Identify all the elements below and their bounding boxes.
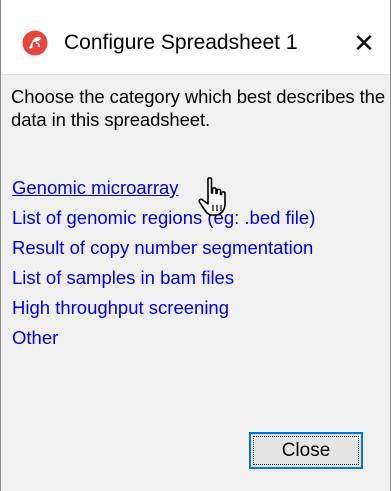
hand-pointer-icon (197, 176, 231, 218)
close-icon[interactable]: ✕ (349, 28, 379, 58)
dialog-description: Choose the category which best describes… (11, 86, 386, 130)
focus-ring (253, 436, 359, 465)
partek-logo-icon (22, 30, 48, 56)
window-title: Configure Spreadsheet 1 (64, 31, 298, 54)
category-link-high-throughput-screening[interactable]: High throughput screening (12, 293, 315, 323)
category-link-label: Other (12, 327, 59, 348)
category-link-genomic-microarray[interactable]: Genomic microarray (12, 173, 315, 203)
category-link-label: List of samples in bam files (12, 267, 235, 288)
category-link-label: High throughput screening (12, 297, 230, 318)
configure-spreadsheet-dialog: Configure Spreadsheet 1 ✕ Choose the cat… (0, 0, 391, 491)
title-bar[interactable]: Configure Spreadsheet 1 ✕ (1, 0, 390, 74)
category-link-other[interactable]: Other (12, 323, 315, 353)
category-list: Genomic microarray List of genomic regio… (12, 173, 315, 353)
category-link-copy-number-segmentation[interactable]: Result of copy number segmentation (12, 233, 315, 263)
category-link-genomic-regions[interactable]: List of genomic regions (eg: .bed file) (12, 203, 315, 233)
category-link-label: Genomic microarray (12, 177, 179, 198)
dialog-body: Choose the category which best describes… (1, 74, 390, 491)
category-link-label: List of genomic regions (eg: .bed file) (12, 207, 316, 228)
category-link-bam-samples[interactable]: List of samples in bam files (12, 263, 315, 293)
close-button[interactable]: Close (249, 432, 363, 469)
category-link-label: Result of copy number segmentation (12, 237, 314, 258)
